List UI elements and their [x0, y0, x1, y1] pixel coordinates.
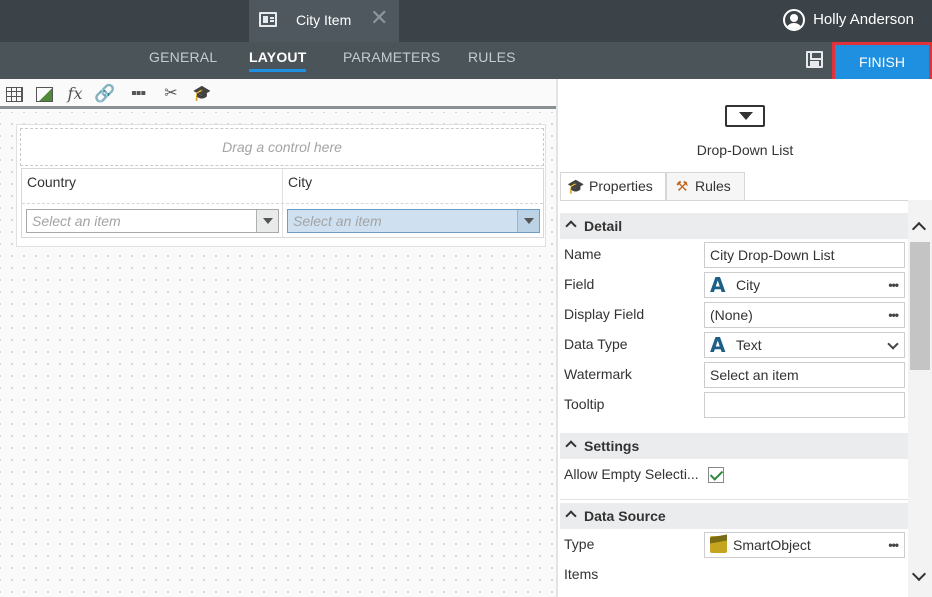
row-divider: [22, 203, 543, 204]
tab-properties-label: Properties: [589, 178, 653, 194]
allow-empty-checkbox[interactable]: [708, 467, 724, 483]
close-icon[interactable]: ✕: [370, 7, 388, 29]
display-field-value: (None): [710, 307, 753, 323]
fx-icon[interactable]: fx: [65, 84, 85, 104]
display-field-picker[interactable]: (None) •••: [704, 302, 905, 328]
form-icon: [259, 12, 277, 27]
tab-properties[interactable]: 🎓 Properties: [560, 172, 666, 201]
chevron-down-icon[interactable]: [887, 338, 899, 350]
user-avatar-icon: [783, 9, 806, 31]
control-type-name: Drop-Down List: [696, 142, 794, 158]
cap-icon[interactable]: 🎓: [192, 84, 212, 104]
data-type-value: Text: [736, 337, 762, 353]
name-value: City Drop-Down List: [710, 247, 835, 263]
table-image-icon[interactable]: [36, 87, 53, 102]
document-tab[interactable]: City Item ✕: [249, 0, 399, 42]
data-source-section-header[interactable]: Data Source: [560, 503, 908, 529]
name-label: Name: [564, 246, 602, 262]
ellipsis-icon[interactable]: •••: [888, 533, 899, 557]
items-label: Items: [564, 566, 599, 582]
cap-icon: 🎓: [567, 178, 585, 194]
ellipsis-icon[interactable]: •••: [888, 303, 899, 327]
tooltip-label: Tooltip: [564, 396, 605, 412]
detail-section-header[interactable]: Detail: [560, 213, 908, 239]
data-type-select[interactable]: A Text: [704, 332, 905, 358]
data-source-type-value: SmartObject: [733, 537, 811, 553]
top-bar: City Item ✕ Holly Anderson: [0, 0, 932, 42]
drop-zone[interactable]: Drag a control here: [20, 128, 544, 166]
text-type-icon: A: [710, 273, 726, 297]
save-icon[interactable]: [806, 51, 823, 68]
ellipsis-icon[interactable]: •••: [888, 273, 899, 297]
field-picker[interactable]: A City •••: [704, 272, 905, 298]
chevron-down-icon[interactable]: [517, 210, 539, 232]
country-dropdown-placeholder: Select an item: [32, 213, 121, 229]
form-area: Drag a control here Country City Select …: [16, 124, 546, 247]
properties-body: Detail Name City Drop-Down List Field AC…: [560, 200, 908, 597]
text-type-icon: A: [710, 333, 726, 357]
chevron-up-icon: [565, 220, 577, 232]
user-menu[interactable]: Holly Anderson: [783, 9, 914, 33]
chevron-up-icon: [565, 510, 577, 522]
watermark-field[interactable]: Select an item: [704, 362, 905, 388]
design-canvas[interactable]: Drag a control here Country City Select …: [0, 112, 556, 597]
layout-table: Country City Select an item Select an it…: [21, 168, 544, 238]
type-label: Type: [564, 536, 595, 552]
detail-section-title: Detail: [584, 218, 623, 234]
section-divider: [560, 499, 908, 500]
data-source-type-picker[interactable]: SmartObject •••: [704, 532, 905, 558]
gavel-icon: ⚒: [675, 178, 689, 194]
tab-layout[interactable]: LAYOUT: [249, 49, 307, 72]
tab-rules[interactable]: RULES: [468, 49, 516, 65]
city-dropdown-placeholder: Select an item: [293, 213, 382, 229]
tools-icon[interactable]: ✂: [161, 84, 181, 104]
more-icon[interactable]: ▪▪▪: [128, 84, 148, 104]
allow-empty-label: Allow Empty Selecti...: [564, 466, 699, 482]
chevron-down-icon[interactable]: [256, 210, 278, 232]
settings-section-title: Settings: [584, 438, 640, 454]
finish-button[interactable]: FINISH: [832, 42, 932, 82]
tab-parameters[interactable]: PARAMETERS: [343, 49, 440, 65]
tab-general[interactable]: GENERAL: [149, 49, 217, 65]
user-name: Holly Anderson: [813, 11, 914, 28]
chevron-up-icon: [565, 440, 577, 452]
smartobject-icon: [710, 536, 727, 553]
tab-rules-label: Rules: [695, 178, 731, 194]
name-field[interactable]: City Drop-Down List: [704, 242, 905, 268]
tab-rules-panel[interactable]: ⚒ Rules: [666, 172, 745, 201]
data-source-section-title: Data Source: [584, 508, 666, 524]
field-value: City: [736, 277, 761, 293]
settings-section-header[interactable]: Settings: [560, 433, 908, 459]
watermark-value: Select an item: [710, 367, 799, 383]
link-icon[interactable]: 🔗: [94, 84, 115, 104]
data-type-label: Data Type: [564, 336, 628, 352]
layout-toolbar: fx 🔗 ▪▪▪ ✂ 🎓: [0, 79, 556, 109]
document-tab-title: City Item: [296, 12, 352, 28]
field-label: Field: [564, 276, 595, 292]
country-label[interactable]: Country: [27, 174, 76, 190]
city-label[interactable]: City: [288, 174, 312, 190]
layout-designer: fx 🔗 ▪▪▪ ✂ 🎓 Drag a control here Country…: [0, 79, 556, 597]
city-dropdown[interactable]: Select an item: [287, 209, 540, 233]
table-icon[interactable]: [6, 87, 23, 102]
tooltip-field[interactable]: [704, 392, 905, 418]
watermark-label: Watermark: [564, 366, 632, 382]
display-field-label: Display Field: [564, 306, 645, 322]
scrollbar-thumb[interactable]: [910, 242, 930, 370]
nav-bar: GENERAL LAYOUT PARAMETERS RULES: [0, 42, 932, 79]
properties-panel: Drop-Down List 🎓 Properties ⚒ Rules Detail…: [558, 79, 932, 597]
dropdown-list-icon: [725, 105, 765, 127]
country-dropdown[interactable]: Select an item: [26, 209, 279, 233]
